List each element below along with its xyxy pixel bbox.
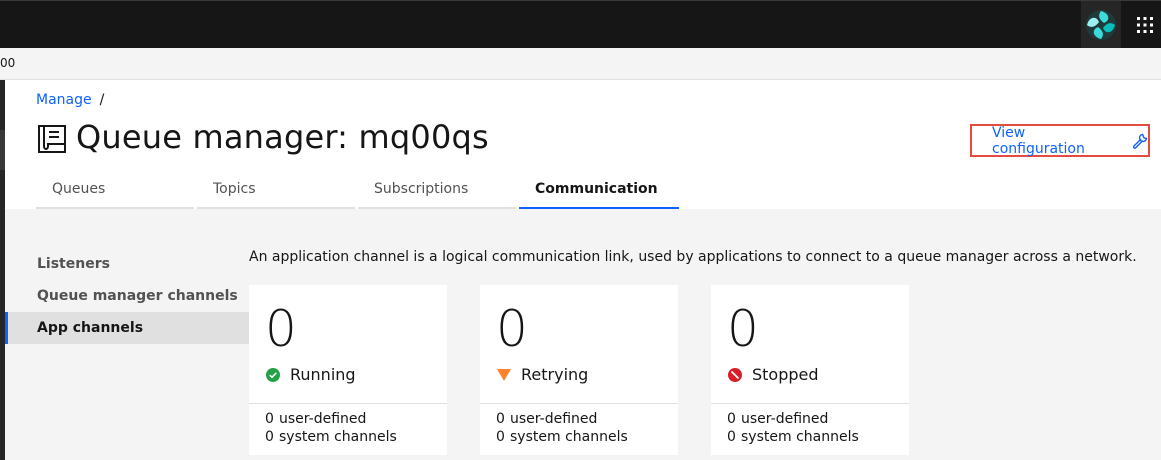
- checkmark-filled-icon: [265, 367, 281, 383]
- tab-queues[interactable]: Queues: [36, 176, 194, 209]
- user-defined-count: 0: [496, 411, 505, 427]
- retrying-count: 0: [496, 300, 528, 358]
- page-title: Queue manager: mq00qs: [76, 118, 489, 156]
- status-label: Retrying: [521, 365, 589, 384]
- page-header: Manage / Queue manager: mq00qs View confi…: [5, 80, 1161, 209]
- sidenav-label: App channels: [37, 320, 144, 336]
- sidenav-item-queue-manager-channels[interactable]: Queue manager channels: [5, 280, 249, 312]
- sidenav-label: Queue manager channels: [37, 288, 238, 304]
- tab-communication[interactable]: Communication: [519, 176, 679, 209]
- wrench-icon: [1132, 133, 1148, 149]
- user-defined-row: 0 user-defined: [727, 411, 828, 427]
- system-channels-row: 0 system channels: [265, 429, 397, 445]
- queue-manager-document-icon: [37, 124, 67, 158]
- app-switcher-grid-icon[interactable]: [1128, 1, 1161, 49]
- user-defined-row: 0 user-defined: [496, 411, 597, 427]
- card-divider: [711, 403, 909, 404]
- status-label: Running: [290, 365, 356, 384]
- system-channels-label: system channels: [279, 429, 397, 445]
- warning-triangle-icon: [496, 367, 512, 383]
- system-channels-label: system channels: [510, 429, 628, 445]
- system-channels-count: 0: [265, 429, 274, 445]
- system-channels-count: 0: [496, 429, 505, 445]
- user-defined-label: user-defined: [279, 411, 367, 427]
- top-header-bar: [0, 0, 1161, 49]
- breadcrumb-separator: /: [99, 92, 105, 108]
- stopped-count: 0: [727, 300, 759, 358]
- breadcrumb: Manage /: [36, 92, 104, 108]
- status-retrying: Retrying: [496, 365, 588, 384]
- secondary-bar-text: 00: [0, 56, 16, 70]
- tab-topics[interactable]: Topics: [197, 176, 355, 209]
- retrying-channels-card: 0 Retrying 0 user-defined 0 system channel…: [480, 285, 678, 455]
- running-count: 0: [265, 300, 297, 358]
- user-defined-label: user-defined: [741, 411, 829, 427]
- breadcrumb-manage-link[interactable]: Manage: [36, 92, 92, 108]
- sidenav-item-app-channels[interactable]: App channels: [5, 312, 249, 344]
- sidenav-item-listeners[interactable]: Listeners: [5, 248, 249, 280]
- tab-subscriptions[interactable]: Subscriptions: [358, 176, 516, 209]
- running-channels-card: 0 Running 0 user-defined 0 system channels: [249, 285, 447, 455]
- system-channels-count: 0: [727, 429, 736, 445]
- user-defined-label: user-defined: [510, 411, 598, 427]
- ibm-mq-logo-icon[interactable]: [1081, 1, 1121, 49]
- user-defined-count: 0: [727, 411, 736, 427]
- system-channels-row: 0 system channels: [496, 429, 628, 445]
- view-configuration-label: View configuration: [992, 124, 1085, 157]
- user-defined-count: 0: [265, 411, 274, 427]
- status-label: Stopped: [752, 365, 819, 384]
- stopped-icon: [727, 367, 743, 383]
- status-stopped: Stopped: [727, 365, 819, 384]
- tab-label: Topics: [213, 181, 256, 197]
- stopped-channels-card: 0 Stopped 0 user-defined 0 system channels: [711, 285, 909, 455]
- sidenav-label: Listeners: [37, 256, 110, 272]
- status-running: Running: [265, 365, 356, 384]
- view-configuration-button[interactable]: View configuration: [970, 124, 1150, 157]
- user-defined-row: 0 user-defined: [265, 411, 366, 427]
- system-channels-row: 0 system channels: [727, 429, 859, 445]
- system-channels-label: system channels: [741, 429, 859, 445]
- tab-label: Communication: [535, 181, 658, 197]
- card-divider: [480, 403, 678, 404]
- card-divider: [249, 403, 447, 404]
- tab-label: Queues: [52, 181, 106, 197]
- tab-label: Subscriptions: [374, 181, 469, 197]
- secondary-bar: 00: [0, 48, 1161, 80]
- channel-description: An application channel is a logical comm…: [249, 249, 1137, 265]
